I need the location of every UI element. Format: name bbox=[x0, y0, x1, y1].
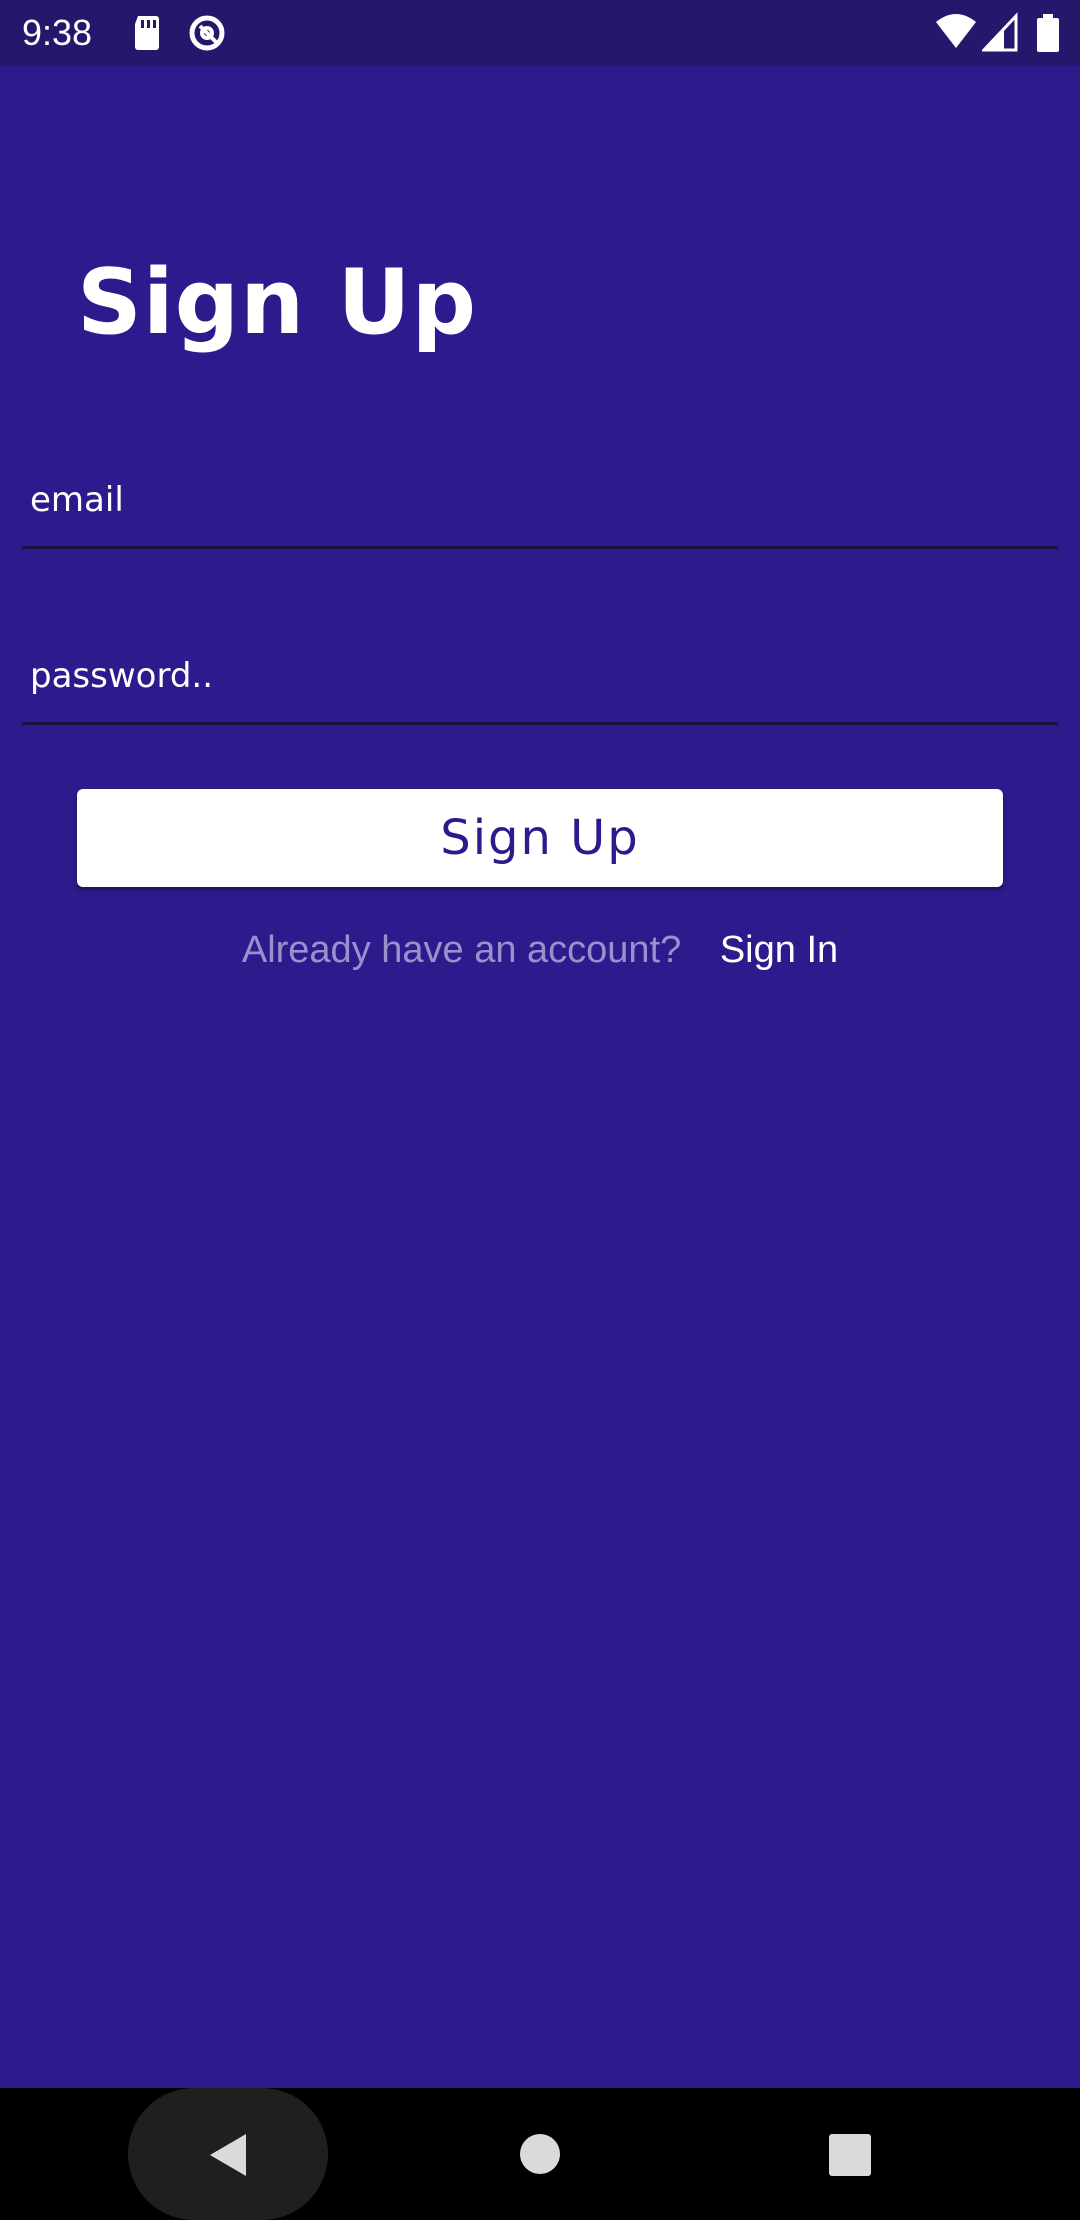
home-icon bbox=[520, 2134, 560, 2174]
recents-button[interactable] bbox=[810, 2088, 890, 2220]
page-title: Sign Up bbox=[77, 250, 478, 355]
navigation-bar bbox=[0, 2088, 1080, 2220]
password-field bbox=[22, 629, 1058, 729]
battery-icon bbox=[1037, 14, 1059, 52]
back-button[interactable] bbox=[128, 2088, 328, 2220]
sync-icon bbox=[189, 15, 225, 51]
sign-in-link[interactable]: Sign In bbox=[720, 929, 838, 971]
wifi-icon bbox=[936, 14, 976, 48]
sign-in-prompt: Already have an account? Sign In bbox=[0, 920, 1080, 980]
password-input[interactable] bbox=[22, 629, 1058, 725]
sd-card-icon bbox=[135, 16, 159, 50]
email-field bbox=[22, 453, 1058, 553]
status-time: 9:38 bbox=[22, 12, 93, 53]
account-question-label: Already have an account? bbox=[241, 929, 682, 971]
back-icon bbox=[210, 2134, 246, 2176]
recents-icon bbox=[829, 2134, 871, 2176]
sign-up-button[interactable]: Sign Up bbox=[77, 789, 1003, 887]
home-button[interactable] bbox=[500, 2088, 580, 2220]
email-input[interactable] bbox=[22, 453, 1058, 549]
status-bar: 9:38 bbox=[0, 0, 1080, 66]
signal-icon bbox=[982, 12, 1018, 52]
